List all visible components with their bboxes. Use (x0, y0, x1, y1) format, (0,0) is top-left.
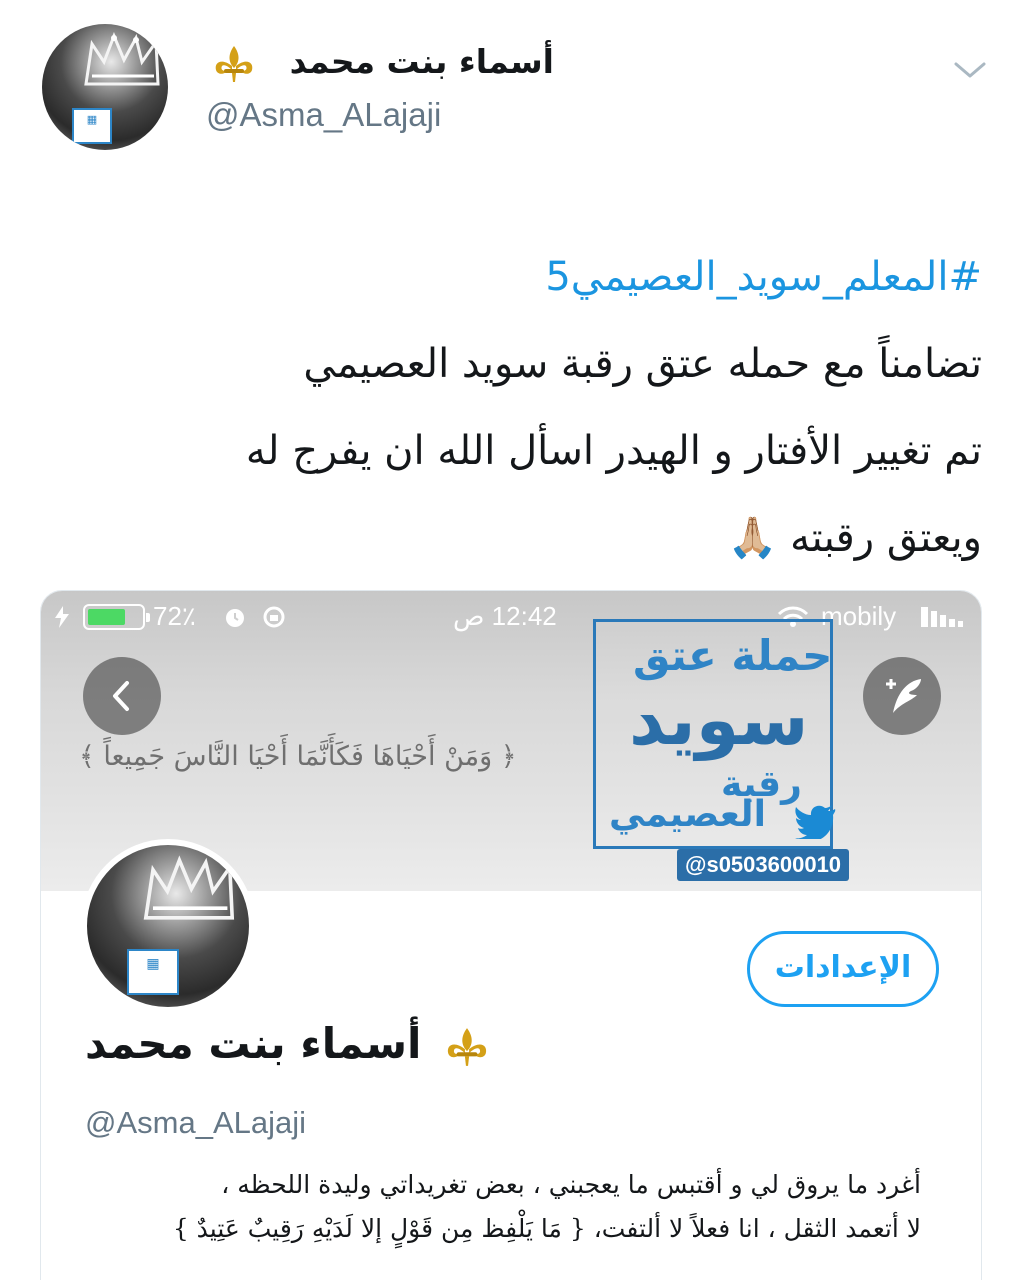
clock: 12:42 ص (453, 601, 557, 631)
compose-button[interactable] (863, 657, 941, 735)
logo-handle: @s0503600010 (677, 849, 850, 881)
crown-icon (143, 855, 235, 920)
signal-icon (921, 607, 963, 627)
banner-quote: ﴿ وَمَنْ أَحْيَاهَا فَكَأَنَّمَا أَحْيَا… (79, 741, 517, 772)
tweet-line-1: تضامناً مع حمله عتق رقبة سويد العصيمي (303, 341, 982, 387)
hashtag-link[interactable]: #المعلم_سويد_العصيمي5 (42, 234, 982, 321)
crown-icon (84, 32, 160, 86)
chevron-down-icon[interactable] (952, 58, 988, 82)
praying-hands-emoji: 🙏🏼 (727, 515, 778, 561)
profile-avatar: ▦ (81, 839, 255, 1013)
alarm-icon (226, 609, 244, 627)
status-bar: 72٪ 12:42 ص mobily (41, 591, 981, 641)
logo-line-2: سويد (629, 679, 809, 761)
logo-line-4: العصيمي (609, 794, 766, 835)
profile-name: أسماء بنت محمد (85, 1019, 490, 1068)
avatar[interactable]: ▦ (42, 24, 168, 150)
compose-tweet-icon (886, 679, 921, 713)
bio-line-1: أغرد ما يروق لي و أقتبس ما يعجبني ، بعض … (221, 1170, 921, 1199)
profile-bio: أغرد ما يروق لي و أقتبس ما يعجبني ، بعض … (61, 1163, 921, 1251)
bio-line-2: لا أتعمد الثقل ، انا فعلاً لا ألتفت، { م… (172, 1214, 921, 1243)
rotation-lock-icon (263, 606, 285, 628)
user-handle[interactable]: @Asma_ALajaji (206, 96, 441, 134)
twitter-bird-icon (795, 805, 836, 839)
campaign-logo: ▦ (72, 108, 112, 144)
profile-name-text: أسماء بنت محمد (85, 1019, 422, 1068)
back-button[interactable] (83, 657, 161, 735)
tweet-line-3: ويعتق رقبته 🙏🏼 (42, 495, 982, 582)
campaign-logo-small: ▦ (127, 949, 179, 995)
back-icon (113, 681, 129, 711)
settings-button[interactable]: الإعدادات (747, 931, 939, 1007)
battery-fill (88, 609, 125, 625)
logo-line-1: حملة عتق (633, 631, 833, 680)
tweet-line-3-text: ويعتق رقبته (790, 515, 982, 561)
display-name[interactable]: أسماء بنت محمد (290, 42, 554, 81)
battery-nub (146, 613, 150, 622)
battery-indicator (83, 604, 150, 630)
fleur-de-lis-icon (447, 1027, 487, 1066)
tweet-header: ▦ أسماء بنت محمد @Asma_ALajaji (0, 0, 1020, 170)
battery-percent: 72٪ (153, 601, 196, 631)
tweet-line-2: تم تغيير الأفتار و الهيدر اسأل الله ان ي… (245, 428, 982, 474)
tweet-text: #المعلم_سويد_العصيمي5 تضامناً مع حمله عت… (42, 234, 982, 582)
charging-icon (55, 606, 69, 628)
profile-handle: @Asma_ALajaji (85, 1105, 307, 1140)
attached-image[interactable]: 72٪ 12:42 ص mobily ﴿ وَمَنْ أَحْيَاهَا ف… (40, 590, 982, 1280)
fleur-de-lis-icon (215, 46, 253, 82)
